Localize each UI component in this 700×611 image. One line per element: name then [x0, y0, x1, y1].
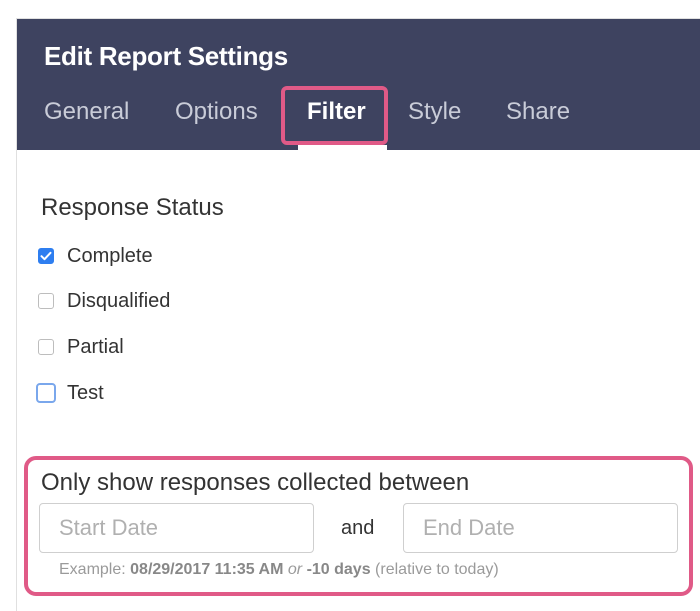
- end-date-input[interactable]: [403, 503, 678, 553]
- checkbox-row-complete[interactable]: Complete: [38, 243, 153, 269]
- page-title: Edit Report Settings: [44, 41, 288, 71]
- example-date: 08/29/2017 11:35 AM: [130, 561, 284, 578]
- checkmark-icon: [40, 251, 52, 261]
- complete-checkbox[interactable]: [38, 248, 54, 264]
- date-range-title: Only show responses collected between: [41, 469, 470, 496]
- disqualified-checkbox[interactable]: [38, 293, 54, 309]
- tab-filter[interactable]: Filter: [307, 98, 366, 126]
- active-tab-indicator: [298, 145, 387, 150]
- date-example-hint: Example: 08/29/2017 11:35 AM or -10 days…: [59, 561, 499, 579]
- checkbox-row-test[interactable]: Test: [36, 380, 104, 406]
- example-suffix: (relative to today): [370, 561, 499, 578]
- partial-checkbox[interactable]: [38, 339, 54, 355]
- example-or: or: [283, 561, 307, 578]
- edit-report-settings-panel: Edit Report Settings General Options Fil…: [16, 18, 700, 611]
- partial-label: Partial: [67, 335, 124, 358]
- tab-general[interactable]: General: [44, 98, 129, 126]
- tab-style[interactable]: Style: [408, 98, 461, 126]
- example-prefix: Example:: [59, 561, 131, 578]
- and-label: and: [341, 517, 375, 539]
- checkbox-row-disqualified[interactable]: Disqualified: [38, 288, 170, 314]
- tab-options[interactable]: Options: [175, 98, 258, 126]
- checkbox-row-partial[interactable]: Partial: [38, 334, 124, 360]
- settings-header: Edit Report Settings General Options Fil…: [17, 19, 700, 150]
- test-checkbox[interactable]: [36, 383, 56, 403]
- tab-share[interactable]: Share: [506, 98, 570, 126]
- test-label: Test: [67, 381, 104, 404]
- example-relative: -10 days: [306, 561, 371, 578]
- complete-label: Complete: [67, 244, 153, 267]
- start-date-input[interactable]: [39, 503, 314, 553]
- response-status-title: Response Status: [41, 194, 224, 221]
- disqualified-label: Disqualified: [67, 289, 171, 312]
